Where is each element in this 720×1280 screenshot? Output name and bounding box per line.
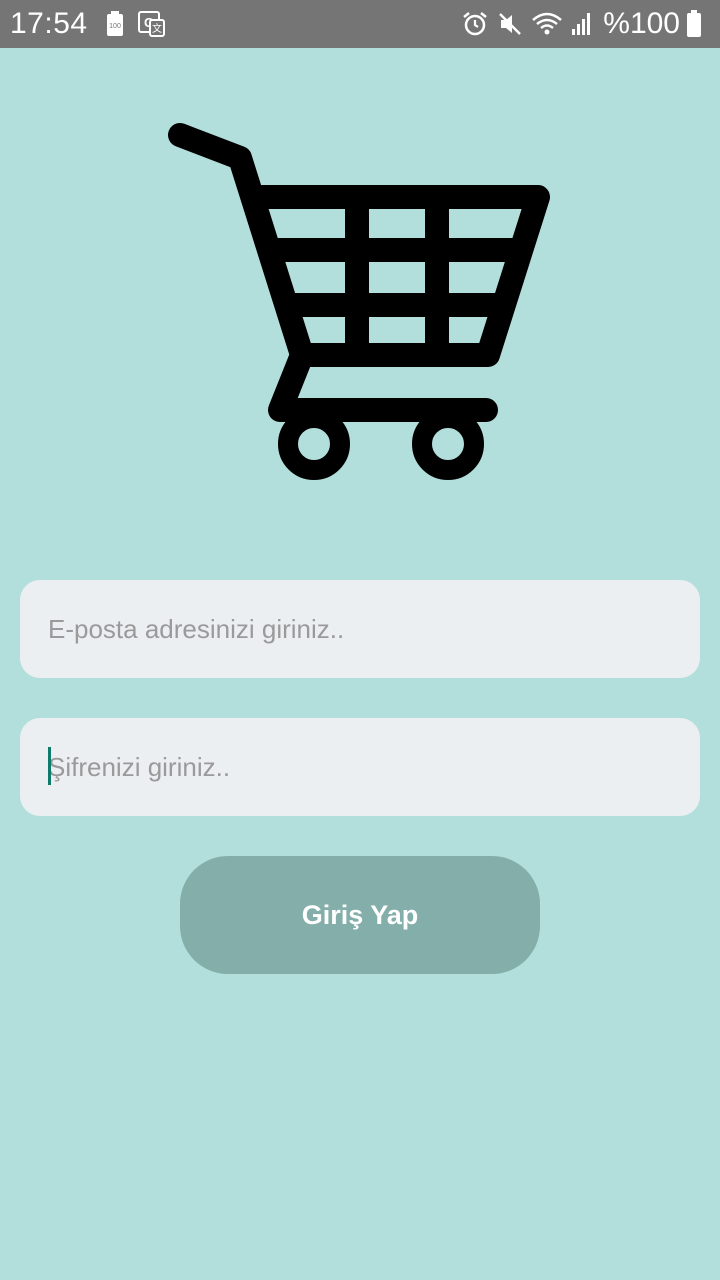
shopping-cart-icon (160, 110, 560, 490)
svg-text:100: 100 (109, 23, 121, 30)
alarm-icon (461, 10, 489, 38)
status-right: %100 (461, 7, 710, 41)
wifi-icon (531, 11, 563, 37)
text-cursor (48, 747, 51, 785)
mute-icon (497, 11, 523, 37)
battery-percentage: %100 (603, 7, 680, 40)
email-input[interactable] (48, 613, 700, 645)
status-time: 17:54 (10, 7, 88, 40)
battery-icon (686, 10, 702, 38)
login-button[interactable]: Giriş Yap (180, 856, 540, 974)
password-field[interactable] (20, 718, 700, 816)
svg-text:文: 文 (152, 22, 162, 35)
status-bar: 17:54 100 G 文 (0, 0, 720, 48)
email-field[interactable] (20, 580, 700, 678)
signal-icon (571, 11, 593, 37)
password-input[interactable] (48, 751, 700, 783)
battery-saver-icon: 100 (106, 11, 124, 37)
translate-icon: G 文 (137, 11, 166, 37)
